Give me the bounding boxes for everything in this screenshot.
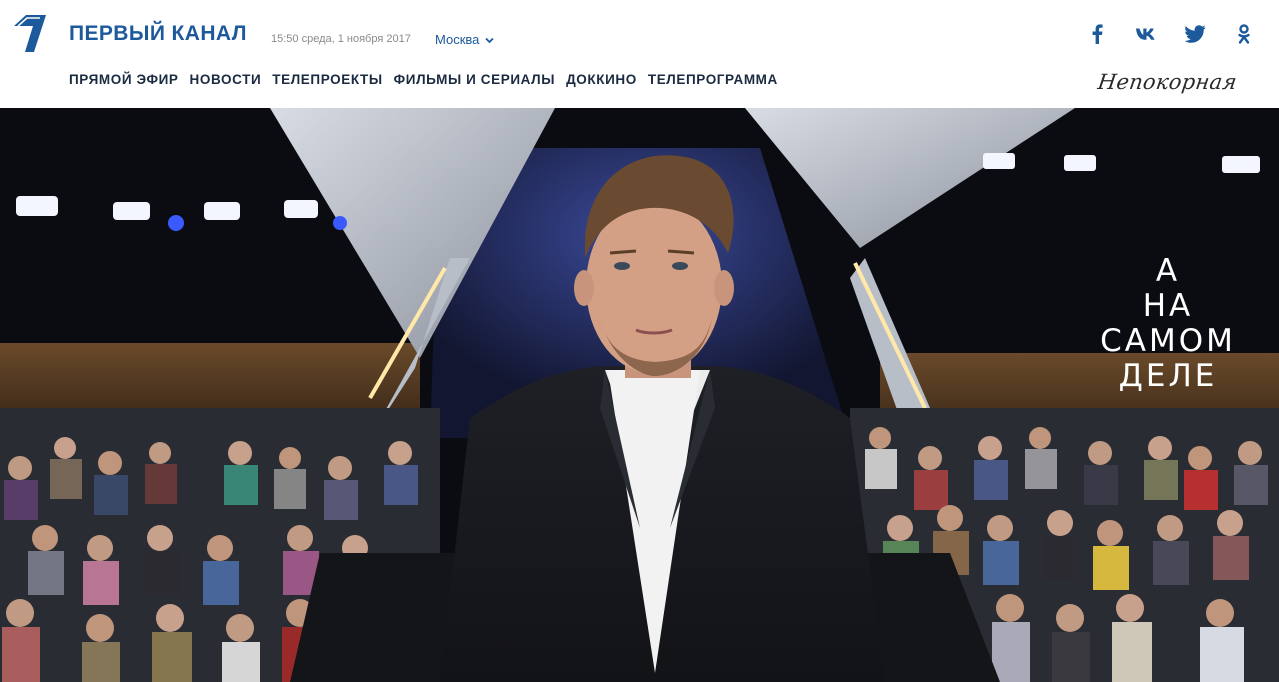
nav-item-projects[interactable]: ТЕЛЕПРОЕКТЫ	[272, 72, 382, 87]
nav-item-films[interactable]: ФИЛЬМЫ И СЕРИАЛЫ	[394, 72, 555, 87]
promo-banner[interactable]: Непокорная	[1095, 58, 1245, 102]
social-links	[1059, 22, 1255, 46]
show-logo-line-1: А	[1155, 253, 1181, 289]
show-logo-line-3: САМОМ	[1100, 323, 1236, 359]
twitter-icon[interactable]	[1184, 22, 1206, 46]
nav-item-live[interactable]: ПРЯМОЙ ЭФИР	[69, 72, 179, 87]
nav-item-news[interactable]: НОВОСТИ	[190, 72, 262, 87]
brand-title[interactable]: ПЕРВЫЙ КАНАЛ	[69, 22, 247, 46]
show-logo: А НА САМОМ ДЕЛЕ	[1088, 254, 1248, 394]
nav-item-tv-guide[interactable]: ТЕЛЕПРОГРАММА	[648, 72, 778, 87]
current-datetime: 15:50 среда, 1 ноября 2017	[271, 33, 411, 45]
city-selector[interactable]: Москва	[435, 32, 494, 47]
hero-banner[interactable]: А НА САМОМ ДЕЛЕ	[0, 108, 1279, 682]
vk-icon[interactable]	[1135, 22, 1157, 46]
show-logo-line-4: ДЕЛЕ	[1118, 358, 1218, 394]
city-label: Москва	[435, 32, 480, 47]
odnoklassniki-icon[interactable]	[1233, 22, 1255, 46]
chevron-down-icon	[485, 32, 494, 47]
promo-title: Непокорная	[1096, 70, 1239, 94]
facebook-icon[interactable]	[1086, 22, 1108, 46]
hero-image	[0, 108, 1279, 682]
site-header: ПЕРВЫЙ КАНАЛ 15:50 среда, 1 ноября 2017 …	[0, 0, 1279, 108]
nav-item-dockino[interactable]: ДОККИНО	[566, 72, 637, 87]
show-logo-line-2: НА	[1142, 288, 1194, 324]
main-nav: ПРЯМОЙ ЭФИР НОВОСТИ ТЕЛЕПРОЕКТЫ ФИЛЬМЫ И…	[69, 72, 789, 87]
channel-one-logo-icon[interactable]	[12, 12, 48, 54]
